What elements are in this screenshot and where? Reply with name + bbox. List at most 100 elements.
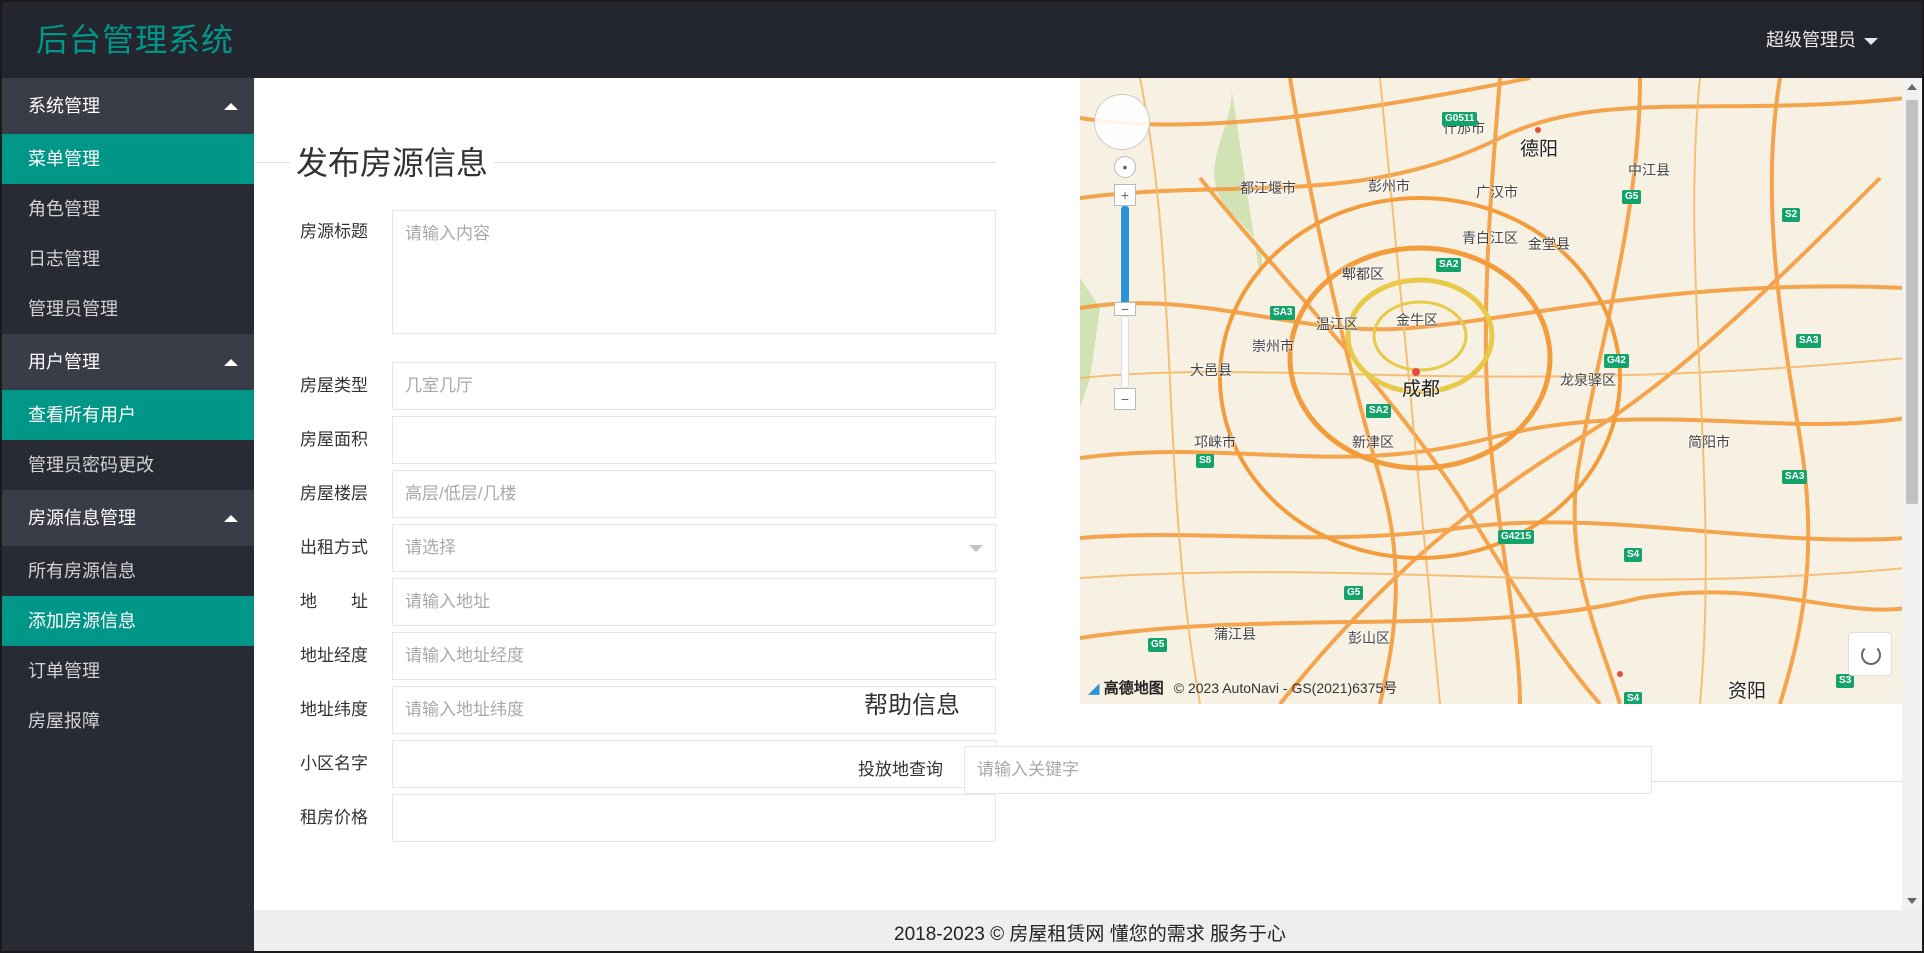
road-shield: S3 [1836,674,1855,688]
map-roads [1080,78,1906,704]
app-window: 后台管理系统 超级管理员 系统管理 菜单管理 角色管理 日志管理 管理员管理 用… [0,0,1924,953]
field-label-title: 房源标题 [300,222,368,241]
nav-item-role[interactable]: 角色管理 [2,184,254,234]
field-label-longitude: 地址经度 [300,646,368,665]
map-label: 大邑县 [1190,362,1232,378]
help-search-label: 投放地查询 [858,760,943,779]
road-shield: S4 [1624,692,1643,704]
price-input[interactable] [392,794,996,842]
road-shield: SA2 [1366,404,1392,418]
map-label: 崇州市 [1252,338,1294,354]
road-shield: G5 [1344,586,1364,600]
app-logo[interactable]: 后台管理系统 [36,16,234,64]
road-shield: G5 [1622,190,1642,204]
map-label: 邛崃市 [1194,434,1236,450]
map-pan-control[interactable] [1094,94,1150,150]
road-shield: G0511 [1442,112,1478,126]
nav-item-orders[interactable]: 订单管理 [2,646,254,696]
map-label: 简阳市 [1688,434,1730,450]
field-label-community: 小区名字 [300,754,368,773]
map-view[interactable]: • + − − 什邡市 德阳 都江堰市 彭州市 广汉市 中江县 青白江区 金堂县… [1080,78,1906,704]
nav-group-label: 房源信息管理 [28,508,136,528]
zoom-handle[interactable]: − [1114,302,1136,316]
map-copyright: © 2023 AutoNavi - GS(2021)6375号 [1173,679,1398,696]
address-input[interactable] [392,578,996,626]
map-label: 金堂县 [1528,236,1570,252]
road-shield: SA3 [1796,334,1822,348]
admin-menu[interactable]: 超级管理员 [1766,26,1878,54]
road-shield: S4 [1624,548,1643,562]
map-label: 青白江区 [1462,230,1518,246]
field-label-area: 房屋面积 [300,430,368,449]
map-label: 蒲江县 [1214,626,1256,642]
field-label-type: 房屋类型 [300,376,368,395]
amap-logo: ◢ 高德地图 [1088,680,1164,697]
footer: 2018-2023 © 房屋租赁网 懂您的需求 服务于心 [254,910,1922,951]
road-shield: SA2 [1436,258,1462,272]
field-label-floor: 房屋楼层 [300,484,368,503]
nav-item-log[interactable]: 日志管理 [2,234,254,284]
nav-item-all-users[interactable]: 查看所有用户 [2,390,254,440]
road-shield: SA3 [1782,470,1808,484]
select-placeholder: 请选择 [405,538,456,557]
road-shield: S2 [1782,208,1801,222]
nav-item-all-housing[interactable]: 所有房源信息 [2,546,254,596]
map-label: 彭州市 [1368,178,1410,194]
nav-group-label: 用户管理 [28,352,100,372]
nav-item-add-housing[interactable]: 添加房源信息 [2,596,254,646]
caret-up-icon [224,359,238,366]
rent-mode-select[interactable]: 请选择 [392,524,996,572]
page-scrollbar[interactable] [1902,78,1922,910]
title-textarea[interactable] [392,210,996,334]
map-label: 龙泉驿区 [1560,372,1616,388]
zoom-track-empty [1121,316,1129,388]
map-label: 郫都区 [1342,266,1384,282]
nav-item-admins[interactable]: 管理员管理 [2,284,254,334]
scroll-thumb[interactable] [1906,100,1918,504]
caret-up-icon [224,515,238,522]
nav-group-users[interactable]: 用户管理 [2,334,254,390]
form-title: 发布房源信息 [290,143,495,183]
field-label-latitude: 地址纬度 [300,700,368,719]
road-shield: G42 [1604,354,1629,368]
map-label: 资阳 [1728,681,1767,702]
nav-item-menu[interactable]: 菜单管理 [2,134,254,184]
road-shield: SA3 [1270,306,1296,320]
caret-up-icon [224,103,238,110]
scroll-up-icon[interactable] [1907,84,1917,90]
nav-group-label: 系统管理 [28,96,100,116]
sidebar: 系统管理 菜单管理 角色管理 日志管理 管理员管理 用户管理 查看所有用户 管理… [2,78,254,951]
road-shield: G4215 [1498,530,1535,544]
zoom-out-icon[interactable]: − [1114,388,1136,410]
house-type-input[interactable] [392,362,996,410]
locate-button[interactable] [1848,632,1892,676]
help-title: 帮助信息 [856,690,968,722]
map-label: 新津区 [1352,434,1394,450]
map-label: 都江堰市 [1240,180,1296,196]
map-zoom-control[interactable]: • + − − [1114,156,1136,410]
zoom-in-icon[interactable]: + [1114,184,1136,206]
road-shield: S8 [1196,454,1215,468]
chevron-down-icon [969,545,983,552]
house-area-input[interactable] [392,416,996,464]
road-shield: G5 [1148,638,1168,652]
map-label: 德阳 [1520,139,1559,160]
caret-down-icon [1864,37,1878,45]
nav-group-system[interactable]: 系统管理 [2,78,254,134]
field-label-address: 地 址 [300,592,368,611]
map-label: 中江县 [1628,162,1670,178]
map-label: 彭山区 [1348,630,1390,646]
field-label-rent-mode: 出租方式 [300,538,368,557]
scroll-down-icon[interactable] [1907,898,1917,904]
nav-item-repairs[interactable]: 房屋报障 [2,696,254,746]
field-label-price: 租房价格 [300,808,368,827]
house-floor-input[interactable] [392,470,996,518]
map-label: 温江区 [1316,316,1358,332]
zoom-track-filled [1121,206,1129,304]
zoom-reset-icon[interactable]: • [1114,156,1136,178]
longitude-input[interactable] [392,632,996,680]
nav-group-housing[interactable]: 房源信息管理 [2,490,254,546]
nav-item-admin-password[interactable]: 管理员密码更改 [2,440,254,490]
top-header: 后台管理系统 超级管理员 [2,2,1922,78]
place-search-input[interactable] [964,746,1652,794]
